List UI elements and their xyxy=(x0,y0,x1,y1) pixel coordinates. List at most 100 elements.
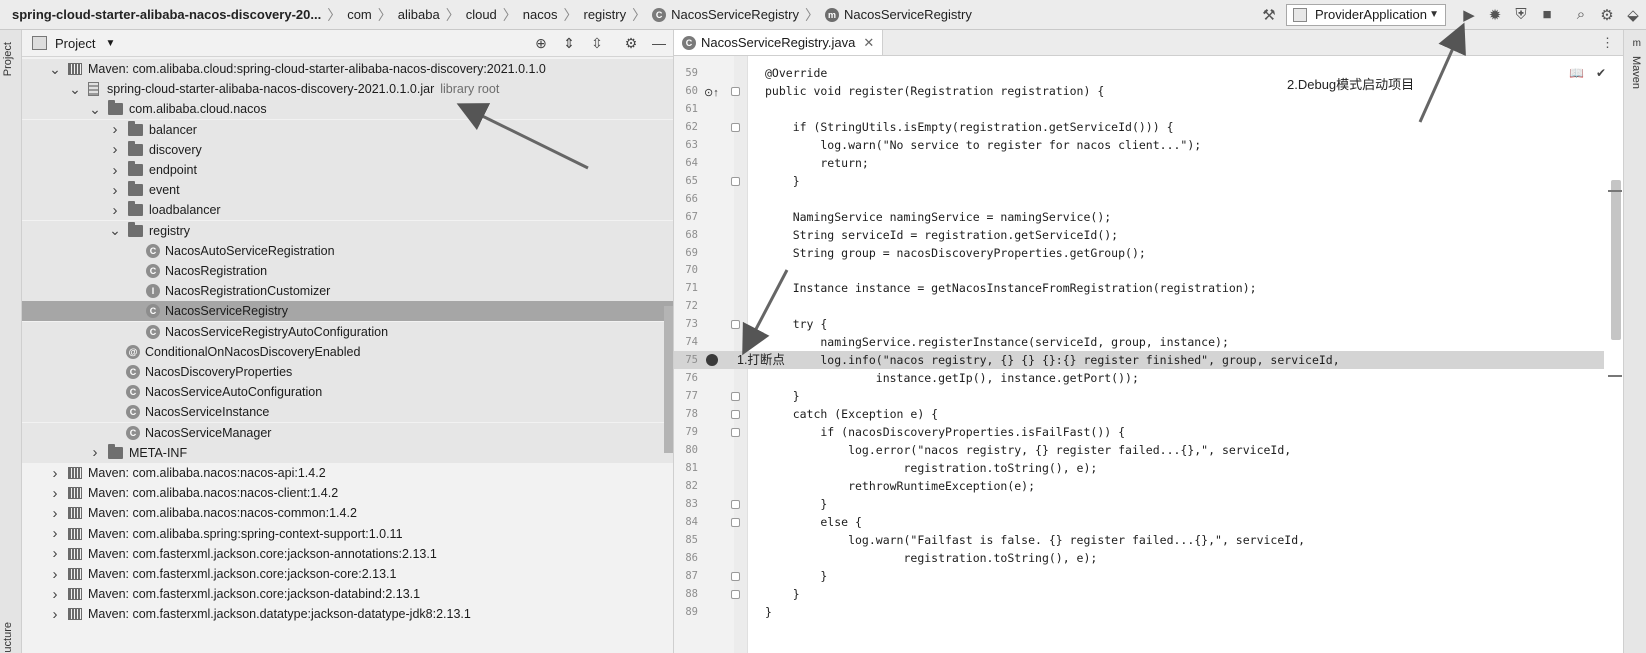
chevron-right-icon[interactable]: › xyxy=(48,485,62,502)
expand-all-icon[interactable]: ⇕ xyxy=(555,35,583,52)
tree-item[interactable]: ⌄ registry xyxy=(22,220,673,241)
chevron-right-icon[interactable]: › xyxy=(48,606,62,623)
fold-icon[interactable] xyxy=(731,320,740,330)
code-line[interactable]: 78 catch (Exception e) { xyxy=(674,405,1604,423)
tree-item[interactable]: C NacosRegistration xyxy=(22,261,673,281)
tree-item[interactable]: › Maven: com.fasterxml.jackson.core:jacks… xyxy=(22,564,673,584)
fold-icon[interactable] xyxy=(731,428,740,437)
chevron-down-icon[interactable]: ⌄ xyxy=(48,61,62,78)
more-vertical-icon[interactable]: ⋮ xyxy=(1601,35,1614,51)
chevron-right-icon[interactable]: › xyxy=(108,202,122,219)
fold-icon[interactable] xyxy=(731,176,740,186)
breadcrumb-item-class[interactable]: C NacosServiceRegistry xyxy=(652,7,799,22)
tree-item[interactable]: C NacosServiceManager xyxy=(22,422,673,443)
editor-scrollbar[interactable] xyxy=(1611,180,1621,340)
project-tool-tab[interactable]: Project xyxy=(2,42,14,76)
tree-item[interactable]: › Maven: com.alibaba.nacos:nacos-common:1… xyxy=(22,503,673,523)
structure-tool-tab[interactable]: ucture xyxy=(2,622,14,653)
code-line[interactable]: 61 xyxy=(674,100,1604,118)
tree-item[interactable]: ⌄ com.alibaba.cloud.nacos xyxy=(22,99,673,120)
tree-item[interactable]: › Maven: com.fasterxml.jackson.datatype:j… xyxy=(22,604,673,624)
tree-item[interactable]: › balancer xyxy=(22,119,673,140)
code-line[interactable]: 82 rethrowRuntimeException(e); xyxy=(674,477,1604,495)
debug-icon[interactable]: ✹ xyxy=(1482,3,1508,27)
fold-icon[interactable] xyxy=(731,392,740,402)
breadcrumb-item-com[interactable]: com xyxy=(347,7,372,22)
breadcrumb-item-jar[interactable]: spring-cloud-starter-alibaba-nacos-disco… xyxy=(12,7,321,22)
search-icon[interactable]: ⌕ xyxy=(1568,3,1594,27)
tree-item[interactable]: › Maven: com.fasterxml.jackson.core:jacks… xyxy=(22,584,673,604)
chevron-right-icon[interactable]: › xyxy=(108,182,122,199)
project-panel-title[interactable]: Project xyxy=(55,36,95,51)
tree-item[interactable]: ⌄ Maven: com.alibaba.cloud:spring-cloud-s… xyxy=(22,59,673,79)
tree-item[interactable]: C NacosAutoServiceRegistration xyxy=(22,240,673,261)
code-line[interactable]: 60 ⊙↑ public void register(Registration re… xyxy=(674,82,1604,100)
breadcrumb-item-alibaba[interactable]: alibaba xyxy=(398,7,440,22)
breadcrumb-item-registry[interactable]: registry xyxy=(583,7,626,22)
fold-icon[interactable] xyxy=(731,589,740,599)
tree-item[interactable]: › Maven: com.alibaba.nacos:nacos-api:1.4.… xyxy=(22,463,673,483)
code-line[interactable]: 86 registration.toString(), e); xyxy=(674,549,1604,567)
stop-icon[interactable]: ■ xyxy=(1534,3,1560,27)
tree-item[interactable]: › Maven: com.fasterxml.jackson.core:jacks… xyxy=(22,544,673,564)
code-line[interactable]: 81 registration.toString(), e); xyxy=(674,459,1604,477)
maven-tool-tab[interactable]: Maven xyxy=(1630,56,1642,89)
tree-item[interactable]: › event xyxy=(22,180,673,201)
code-line[interactable]: 69 String group = nacosDiscoveryProperti… xyxy=(674,244,1604,262)
close-icon[interactable]: ✕ xyxy=(863,35,874,51)
code-line[interactable]: 80 log.error("nacos registry, {} registe… xyxy=(674,441,1604,459)
code-line[interactable]: 70 xyxy=(674,261,1604,279)
fold-icon[interactable] xyxy=(731,86,740,96)
fold-icon[interactable] xyxy=(731,410,740,420)
breakpoint-icon[interactable] xyxy=(706,354,718,367)
tree-item[interactable]: C NacosServiceInstance xyxy=(22,402,673,423)
locate-icon[interactable]: ⊕ xyxy=(527,35,555,52)
minimize-icon[interactable]: — xyxy=(645,35,673,51)
tree-item[interactable]: › endpoint xyxy=(22,160,673,180)
chevron-right-icon[interactable]: › xyxy=(108,162,122,179)
tree-item[interactable]: › Maven: com.alibaba.nacos:nacos-client:1… xyxy=(22,483,673,503)
chevron-right-icon[interactable]: › xyxy=(108,121,122,138)
code-line[interactable]: 87 } xyxy=(674,567,1604,585)
code-line[interactable]: 85 log.warn("Failfast is false. {} regis… xyxy=(674,531,1604,549)
tab-nacos-service-registry[interactable]: C NacosServiceRegistry.java ✕ xyxy=(674,30,884,55)
chevron-down-icon[interactable]: ⌄ xyxy=(88,101,102,118)
fold-icon[interactable] xyxy=(731,499,740,509)
chevron-right-icon[interactable]: › xyxy=(48,525,62,542)
code-line[interactable]: 64 return; xyxy=(674,154,1604,172)
code-line[interactable]: 76 instance.getIp(), instance.getPort())… xyxy=(674,369,1604,387)
code-line[interactable]: 62 if (StringUtils.isEmpty(registration.… xyxy=(674,118,1604,136)
chevron-right-icon[interactable]: › xyxy=(48,465,62,482)
chevron-right-icon[interactable]: › xyxy=(48,566,62,583)
plugin-icon[interactable]: ⬙ xyxy=(1620,3,1646,27)
chevron-down-icon[interactable]: ▼ xyxy=(105,38,115,49)
project-scrollbar[interactable] xyxy=(664,306,673,453)
run-icon[interactable]: ▶ xyxy=(1456,3,1482,27)
hammer-icon[interactable]: ⚒ xyxy=(1256,3,1282,27)
breadcrumb-item-nacos[interactable]: nacos xyxy=(523,7,558,22)
code-line[interactable]: 63 log.warn("No service to register for … xyxy=(674,136,1604,154)
chevron-right-icon[interactable]: › xyxy=(88,444,102,461)
tree-item[interactable]: C NacosServiceRegistryAutoConfiguration xyxy=(22,321,673,342)
chevron-right-icon[interactable]: › xyxy=(48,545,62,562)
chevron-down-icon[interactable]: ⌄ xyxy=(108,222,122,239)
code-line[interactable]: 77 } xyxy=(674,387,1604,405)
code-line[interactable]: 74 namingService.registerInstance(servic… xyxy=(674,333,1604,351)
code-line[interactable]: 88 } xyxy=(674,585,1604,603)
tree-item[interactable]: › discovery xyxy=(22,139,673,160)
tree-item[interactable]: C NacosDiscoveryProperties xyxy=(22,362,673,382)
fold-icon[interactable] xyxy=(731,122,740,132)
chevron-right-icon[interactable]: › xyxy=(48,505,62,522)
code-line[interactable]: 65 } xyxy=(674,172,1604,190)
check-icon[interactable]: ✔ xyxy=(1596,66,1606,80)
tree-item[interactable]: C NacosServiceAutoConfiguration xyxy=(22,382,673,403)
code-line[interactable]: 75 1.打断点 log.info("nacos registry, {} {} … xyxy=(674,351,1604,370)
collapse-all-icon[interactable]: ⇳ xyxy=(583,35,611,52)
tree-item[interactable]: @ ConditionalOnNacosDiscoveryEnabled xyxy=(22,341,673,362)
fold-icon[interactable] xyxy=(731,571,740,581)
code-line[interactable]: 68 String serviceId = registration.getSe… xyxy=(674,226,1604,244)
code-line[interactable]: 84 else { xyxy=(674,513,1604,531)
code-line[interactable]: 59 @Override xyxy=(674,64,1604,82)
fold-icon[interactable] xyxy=(731,517,740,527)
run-configuration-select[interactable]: ProviderApplication ▼ xyxy=(1286,3,1446,26)
